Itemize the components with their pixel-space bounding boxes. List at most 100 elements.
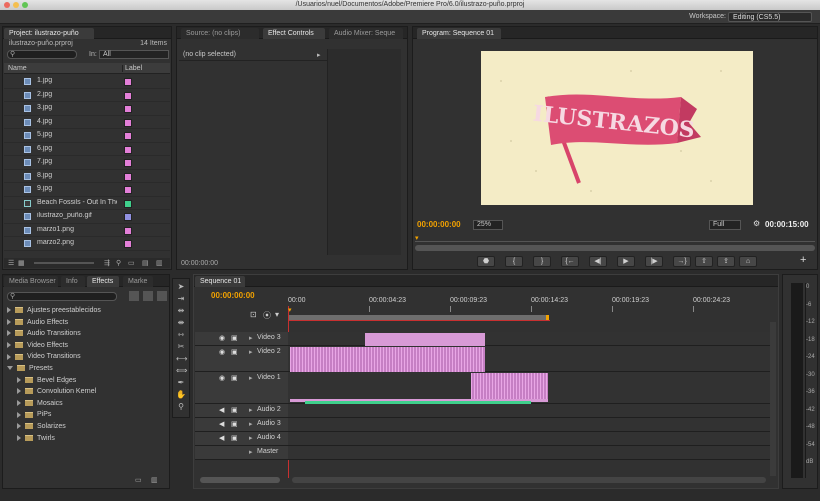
track-lane[interactable]: [288, 332, 770, 345]
effects-tree-item[interactable]: Ajustes preestablecidos: [7, 307, 101, 319]
project-item[interactable]: Beach Fossils - Out In The: [4, 197, 170, 210]
chevron-right-icon[interactable]: ▸: [249, 334, 253, 342]
effects-tree-item[interactable]: PiPs: [17, 411, 51, 423]
project-item[interactable]: 4.jpg: [4, 116, 170, 129]
track-header[interactable]: ◀ ▣ ▸ Audio 3: [195, 418, 288, 431]
project-item[interactable]: 1.jpg: [4, 75, 170, 89]
delete-icon[interactable]: ▥: [156, 259, 163, 267]
new-bin-icon[interactable]: ▭: [128, 259, 135, 267]
chevron-right-icon[interactable]: [7, 341, 11, 348]
track-header[interactable]: ◀ ▣ ▸ Audio 2: [195, 404, 288, 417]
effects-tree-item[interactable]: Audio Transitions: [7, 330, 81, 342]
chevron-right-icon[interactable]: ▸: [249, 434, 253, 442]
track-header[interactable]: ◉ ▣ ▸ Video 2: [195, 346, 288, 371]
tab-program[interactable]: Program: Sequence 01: [417, 28, 501, 39]
speaker-icon[interactable]: ◀: [219, 434, 224, 442]
tab-sequence-01[interactable]: Sequence 01: [195, 276, 245, 287]
track-header[interactable]: ◀ ▣ ▸ Audio 4: [195, 432, 288, 445]
program-zoom-bar[interactable]: [415, 245, 815, 251]
ripple-edit-tool-icon[interactable]: ⇹: [176, 306, 186, 316]
tab-info[interactable]: Info: [61, 276, 85, 287]
eye-icon[interactable]: ◉: [219, 374, 225, 382]
track-select-tool-icon[interactable]: ⇥: [176, 294, 186, 304]
lift-icon[interactable]: ⇧: [695, 256, 713, 267]
project-item[interactable]: marzo1.png: [4, 224, 170, 237]
yuv-effects-icon[interactable]: [157, 291, 167, 301]
lock-icon[interactable]: ▣: [231, 374, 238, 382]
zoom-slider[interactable]: [34, 262, 94, 264]
tab-source[interactable]: Source: (no clips): [181, 28, 259, 39]
minimize-window-icon[interactable]: [13, 2, 19, 8]
step-back-icon[interactable]: ◀|: [589, 256, 607, 267]
hand-tool-icon[interactable]: ✋: [176, 390, 186, 400]
chevron-right-icon[interactable]: [17, 411, 21, 418]
timeline-h-scrollbar[interactable]: [292, 477, 766, 483]
project-item[interactable]: marzo2.png: [4, 237, 170, 251]
tab-effect-controls[interactable]: Effect Controls: [263, 28, 325, 39]
chevron-right-icon[interactable]: [17, 434, 21, 441]
speaker-icon[interactable]: ◀: [219, 420, 224, 428]
track-header[interactable]: ◉ ▣ ▸ Video 3: [195, 332, 288, 345]
tab-media-browser[interactable]: Media Browser: [4, 276, 58, 287]
close-window-icon[interactable]: [4, 2, 10, 8]
extract-icon[interactable]: ⇪: [717, 256, 735, 267]
marker-icon[interactable]: ⦿: [263, 310, 271, 321]
effects-tree-item[interactable]: Video Transitions: [7, 353, 81, 365]
col-label[interactable]: Label: [122, 65, 142, 72]
in-select[interactable]: All: [99, 50, 169, 59]
chevron-right-icon[interactable]: ▸: [249, 420, 253, 428]
add-button-icon[interactable]: +: [800, 254, 806, 266]
add-marker-icon[interactable]: ⬣: [477, 256, 495, 267]
project-item[interactable]: 7.jpg: [4, 156, 170, 170]
effects-tree-item[interactable]: Video Effects: [7, 342, 68, 354]
chevron-right-icon[interactable]: [7, 353, 11, 360]
selection-tool-icon[interactable]: ➤: [176, 282, 186, 292]
program-scrubber[interactable]: ▾: [415, 234, 815, 242]
set-marker-icon[interactable]: ▾: [275, 310, 279, 319]
timeline-zoom-slider[interactable]: [200, 477, 280, 483]
effects-tree-item[interactable]: Bevel Edges: [17, 377, 76, 389]
project-item[interactable]: 5.jpg: [4, 129, 170, 143]
export-frame-icon[interactable]: ⌂: [739, 256, 757, 267]
chevron-right-icon[interactable]: [17, 376, 21, 383]
track-lane[interactable]: [288, 446, 770, 459]
workspace-select[interactable]: Editing (CS5.5): [728, 12, 812, 22]
track-header[interactable]: ◉ ▣ ▸ Video 1: [195, 372, 288, 403]
timeline-track[interactable]: ◀ ▣ ▸ Audio 3: [195, 418, 770, 432]
go-to-in-icon[interactable]: {←: [561, 256, 579, 267]
track-lane[interactable]: [288, 432, 770, 445]
project-item[interactable]: 9.jpg: [4, 183, 170, 197]
tab-project[interactable]: Project: ilustrazo-puño: [4, 28, 94, 39]
snap-icon[interactable]: ⊡: [250, 310, 257, 319]
col-name[interactable]: Name: [8, 65, 27, 72]
effects-tree-item[interactable]: Convolution Kernel: [17, 388, 96, 400]
chevron-down-icon[interactable]: [7, 366, 13, 371]
expand-arrow-icon[interactable]: ▸: [317, 51, 321, 59]
rolling-edit-tool-icon[interactable]: ⇼: [176, 318, 186, 328]
zoom-tool-icon[interactable]: ⚲: [176, 402, 186, 412]
quality-select[interactable]: Full: [709, 220, 741, 230]
lock-icon[interactable]: ▣: [231, 334, 238, 342]
slip-tool-icon[interactable]: ⟷: [176, 354, 187, 364]
clip-video-2[interactable]: [290, 347, 485, 372]
effects-tree-item[interactable]: Twirls: [17, 435, 55, 447]
project-item[interactable]: 3.jpg: [4, 102, 170, 116]
tab-markers[interactable]: Marke: [123, 276, 153, 287]
32bit-effects-icon[interactable]: [143, 291, 153, 301]
project-search-input[interactable]: ⚲: [7, 50, 77, 59]
effects-tree-item[interactable]: Solarizes: [17, 423, 66, 435]
track-header[interactable]: ▸ Master: [195, 446, 288, 459]
project-item[interactable]: 8.jpg: [4, 170, 170, 183]
timeline-track[interactable]: ◀ ▣ ▸ Audio 2: [195, 404, 770, 418]
wrench-icon[interactable]: ⚙: [753, 219, 760, 228]
chevron-right-icon[interactable]: [17, 388, 21, 395]
chevron-right-icon[interactable]: ▸: [249, 406, 253, 414]
zoom-select[interactable]: 25%: [473, 220, 503, 230]
eye-icon[interactable]: ◉: [219, 348, 225, 356]
delete-icon[interactable]: ▥: [151, 476, 158, 484]
pen-tool-icon[interactable]: ✒: [176, 378, 186, 388]
chevron-right-icon[interactable]: [17, 423, 21, 430]
chevron-right-icon[interactable]: [7, 318, 11, 325]
audio-clip[interactable]: [305, 401, 531, 404]
project-item[interactable]: 6.jpg: [4, 143, 170, 156]
